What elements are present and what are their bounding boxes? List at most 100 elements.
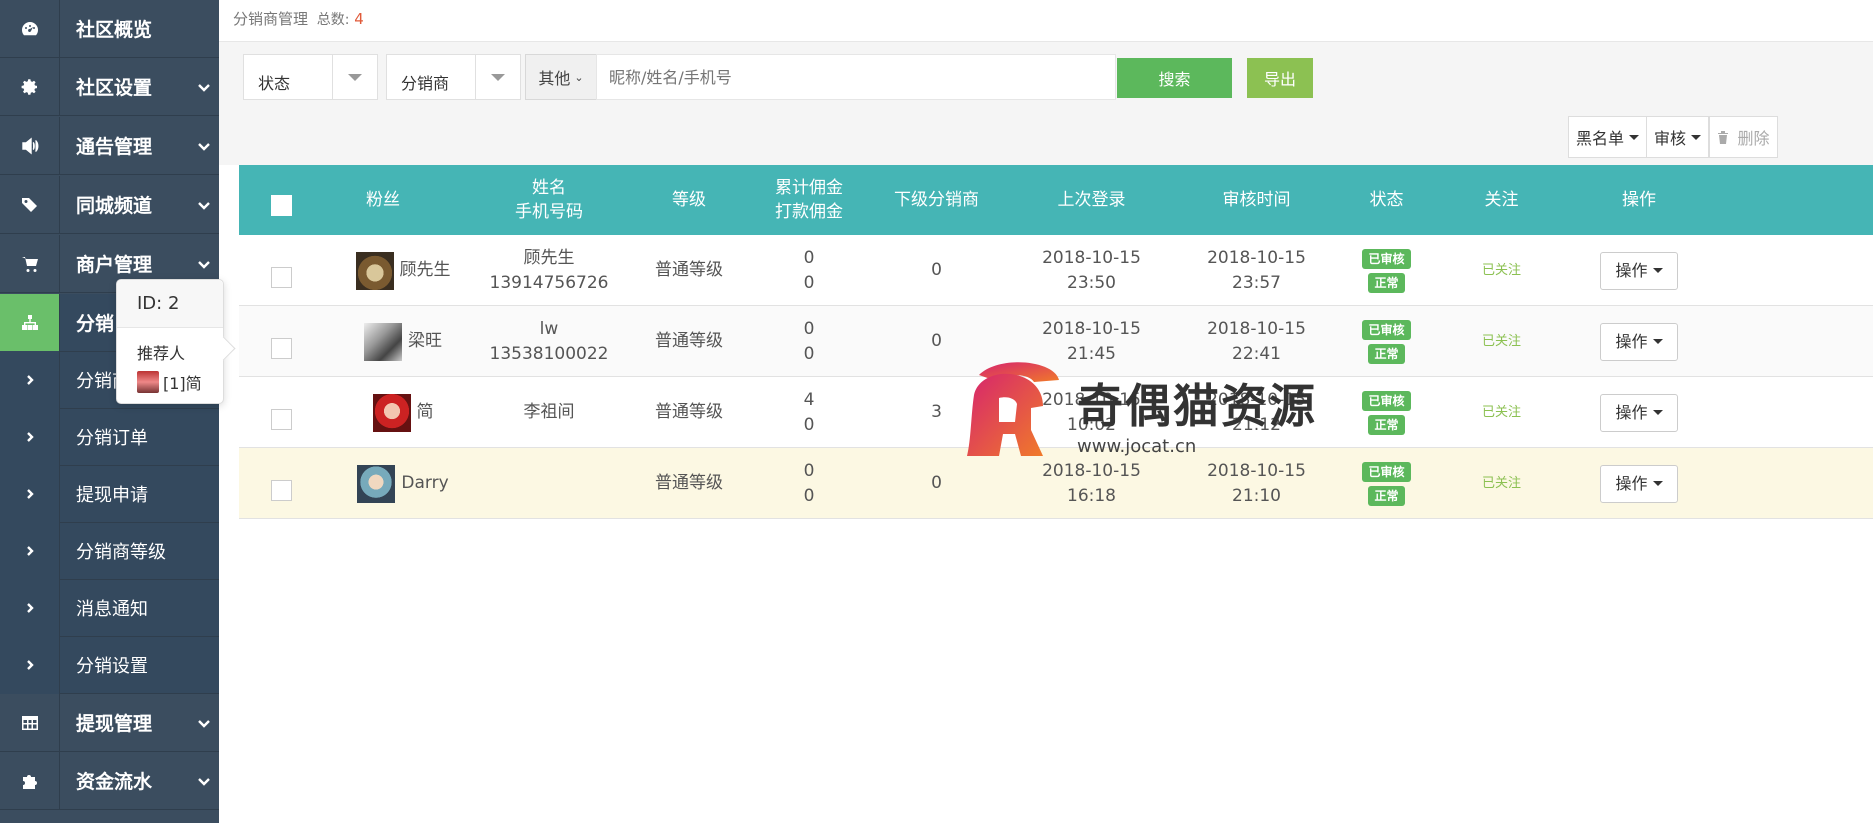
status-select[interactable]: 状态 <box>243 54 378 100</box>
row-checkbox[interactable] <box>271 267 292 288</box>
popover-title: ID: 2 <box>117 280 223 328</box>
dashboard-icon <box>0 0 60 58</box>
search-input[interactable] <box>596 54 1116 100</box>
chevron-right-icon <box>0 408 60 466</box>
main-content: 分销商管理 总数: 4 状态 分销商 其他 ⌄ 搜索 导出 黑名单 审核 删除 <box>219 0 1873 823</box>
action-button[interactable]: 操作 <box>1600 251 1678 290</box>
blacklist-button[interactable]: 黑名单 <box>1568 116 1647 158</box>
popover-label: 推荐人 <box>137 344 186 363</box>
header-status: 状态 <box>1369 190 1404 210</box>
total-count: 4 <box>354 10 364 28</box>
chevron-down-icon: ⌄ <box>574 70 584 84</box>
status-badge: 已审核 <box>1362 461 1411 482</box>
table-row: 简 李祖间 普通等级 40 3 2018-10-15 10:02 2018-10-… <box>239 377 1873 448</box>
chevron-down-icon <box>189 198 219 212</box>
filter-bar: 状态 分销商 其他 ⌄ 搜索 导出 <box>219 42 1873 108</box>
review-button[interactable]: 审核 <box>1646 116 1709 158</box>
sidebar-sub-orders[interactable]: 分销订单 <box>0 408 219 466</box>
caret-down-icon <box>1691 134 1701 140</box>
sidebar-item-withdraw-mgmt[interactable]: 提现管理 <box>0 693 219 752</box>
sidebar-item-overview[interactable]: 社区概览 <box>0 0 219 58</box>
chevron-right-icon <box>0 465 60 523</box>
follow-status: 已关注 <box>1481 334 1521 349</box>
follow-status: 已关注 <box>1481 476 1521 491</box>
sidebar-sub-levels[interactable]: 分销商等级 <box>0 522 219 580</box>
avatar <box>357 464 396 503</box>
sidebar-sub-settings[interactable]: 分销设置 <box>0 636 219 694</box>
avatar <box>355 251 394 290</box>
status-badge: 正常 <box>1368 343 1405 364</box>
trash-icon <box>1718 131 1729 144</box>
delete-button[interactable]: 删除 <box>1709 116 1778 158</box>
chevron-down-icon <box>189 257 219 271</box>
distributor-select[interactable]: 分销商 <box>386 54 521 100</box>
action-button[interactable]: 操作 <box>1600 322 1678 361</box>
referrer-popover: ID: 2 推荐人 [1]简 <box>116 279 224 404</box>
action-button[interactable]: 操作 <box>1600 393 1678 432</box>
other-dropdown-button[interactable]: 其他 ⌄ <box>525 54 597 100</box>
header-review-time: 审核时间 <box>1222 190 1291 210</box>
sidebar-item-settings[interactable]: 社区设置 <box>0 57 219 116</box>
fan-cell: 顾先生 <box>328 235 478 306</box>
fan-cell: 简 <box>328 377 478 448</box>
breadcrumb-title: 分销商管理 <box>233 10 309 28</box>
row-checkbox[interactable] <box>271 338 292 359</box>
caret-down-icon <box>332 55 377 99</box>
table-icon <box>0 693 60 752</box>
follow-status: 已关注 <box>1481 405 1521 420</box>
chevron-right-icon <box>0 522 60 580</box>
volume-icon <box>0 116 60 175</box>
caret-down-icon <box>475 55 520 99</box>
tags-icon <box>0 175 60 234</box>
fan-cell: 梁旺 <box>328 306 478 377</box>
avatar <box>137 371 159 393</box>
row-checkbox[interactable] <box>271 409 292 430</box>
status-badge: 正常 <box>1368 414 1405 435</box>
chevron-down-icon <box>189 80 219 94</box>
total-label: 总数: <box>316 12 350 28</box>
header-fans: 粉丝 <box>366 190 400 210</box>
header-name-phone: 姓名 手机号码 <box>515 178 583 222</box>
export-button[interactable]: 导出 <box>1247 58 1313 98</box>
sidebar: 社区概览 社区设置 通告管理 同城频道 商户管理 分销 分销商 分销订单 提现申… <box>0 0 219 823</box>
status-badge: 已审核 <box>1362 390 1411 411</box>
table-header: 粉丝 姓名 手机号码 等级 累计佣金 打款佣金 下级分销商 上次登录 审核时间 状态… <box>239 165 1873 235</box>
chevron-right-icon <box>0 579 60 637</box>
sitemap-icon <box>0 293 60 352</box>
chevron-right-icon <box>0 636 60 694</box>
chevron-down-icon <box>189 139 219 153</box>
search-button[interactable]: 搜索 <box>1117 58 1232 98</box>
follow-status: 已关注 <box>1481 263 1521 278</box>
chevron-down-icon <box>189 774 219 788</box>
header-follow: 关注 <box>1484 190 1519 210</box>
status-badge: 已审核 <box>1362 248 1411 269</box>
sidebar-sub-messages[interactable]: 消息通知 <box>0 579 219 637</box>
chevron-down-icon <box>189 716 219 730</box>
fan-cell: Darry <box>328 448 478 519</box>
select-all-checkbox[interactable] <box>271 195 292 216</box>
sidebar-item-fund-flow[interactable]: 资金流水 <box>0 751 219 810</box>
header-action: 操作 <box>1622 190 1656 210</box>
status-badge: 正常 <box>1368 485 1405 506</box>
row-checkbox[interactable] <box>271 480 292 501</box>
gear-icon <box>0 57 60 116</box>
header-sub-distributors: 下级分销商 <box>894 190 979 210</box>
table-row: 梁旺 lw 13538100022 普通等级 00 0 2018-10-15 21:… <box>239 306 1873 377</box>
cart-icon <box>0 234 60 293</box>
header-commission: 累计佣金 打款佣金 <box>775 178 843 222</box>
status-badge: 已审核 <box>1362 319 1411 340</box>
status-badge: 正常 <box>1368 272 1405 293</box>
header-last-login: 上次登录 <box>1057 190 1126 210</box>
action-button[interactable]: 操作 <box>1600 464 1678 503</box>
chevron-right-icon <box>0 351 60 409</box>
sidebar-item-notice[interactable]: 通告管理 <box>0 116 219 175</box>
avatar <box>364 322 402 361</box>
caret-down-icon <box>1629 134 1639 140</box>
popover-referrer: [1]简 <box>163 374 202 393</box>
sidebar-item-city-channel[interactable]: 同城频道 <box>0 175 219 234</box>
table-row: 顾先生 顾先生 13914756726 普通等级 00 0 2018-10-15 2… <box>239 235 1873 306</box>
avatar <box>372 393 411 432</box>
sidebar-sub-withdraw[interactable]: 提现申请 <box>0 465 219 523</box>
puzzle-icon <box>0 751 60 810</box>
table-row: Darry 普通等级 00 0 2018-10-15 16:18 2018-10-… <box>239 448 1873 519</box>
